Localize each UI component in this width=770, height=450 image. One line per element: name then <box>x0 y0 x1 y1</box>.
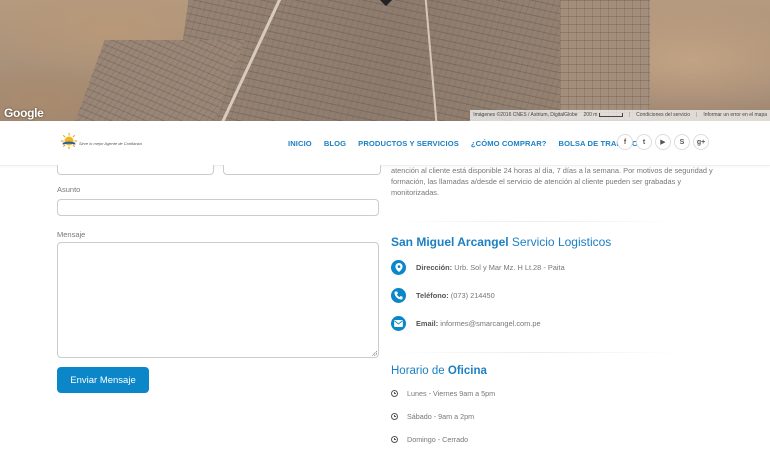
scale-bar-icon <box>598 112 623 117</box>
nav-link-blog[interactable]: BLOG <box>324 139 346 148</box>
social-links: f t ▶ S g+ <box>617 134 709 150</box>
map-urban-area-east <box>560 0 650 121</box>
clock-icon <box>391 390 398 397</box>
hours-item: Sábado - 9am a 2pm <box>391 412 474 421</box>
skype-icon[interactable]: S <box>674 134 690 150</box>
hours-title: Horario de Oficina <box>391 365 487 377</box>
hours-text: Lunes - Viernes 9am a 5pm <box>407 389 496 398</box>
nav-link-como-comprar[interactable]: ¿CÓMO COMPRAR? <box>471 139 547 148</box>
nav-menu: INICIO BLOG PRODUCTOS Y SERVICIOS ¿CÓMO … <box>288 121 650 165</box>
map-report-link[interactable]: Informar un error en el mapa <box>703 110 767 121</box>
google-logo: Google <box>4 106 44 120</box>
map-urban-area-west <box>75 40 245 121</box>
phone-item: Teléfono: (073) 214450 <box>391 287 495 303</box>
twitter-icon[interactable]: t <box>636 134 652 150</box>
clock-icon <box>391 436 398 443</box>
main-navbar: Sirve lo mejor Agente de Confianza INICI… <box>0 121 770 166</box>
asunto-label: Asunto <box>57 185 81 194</box>
facebook-icon[interactable]: f <box>617 134 633 150</box>
name-field[interactable] <box>57 165 214 175</box>
map-terms-link[interactable]: Condiciones del servicio <box>636 110 690 121</box>
address-item: Dirección: Urb. Sol y Mar Mz. H Lt.28 - … <box>391 259 565 275</box>
hours-text: Domingo - Cerrado <box>407 435 469 444</box>
nav-link-productos-servicios[interactable]: PRODUCTOS Y SERVICIOS <box>358 139 459 148</box>
youtube-icon[interactable]: ▶ <box>655 134 671 150</box>
nav-link-inicio[interactable]: INICIO <box>288 139 312 148</box>
company-title: San Miguel Arcangel Servicio Logisticos <box>391 235 612 249</box>
phone-icon <box>391 287 406 303</box>
email-item: Email: informes@smarcangel.com.pe <box>391 315 541 331</box>
hours-text: Sábado - 9am a 2pm <box>407 412 475 421</box>
google-plus-icon[interactable]: g+ <box>693 134 709 150</box>
logo-tagline: Sirve lo mejor Agente de Confianza <box>79 141 142 146</box>
mensaje-label: Mensaje <box>57 230 86 239</box>
hours-item: Lunes - Viernes 9am a 5pm <box>391 389 495 398</box>
envelope-icon <box>391 315 406 331</box>
site-logo[interactable]: Sirve lo mejor Agente de Confianza <box>58 132 142 156</box>
hours-item: Domingo - Cerrado <box>391 435 468 444</box>
separator: | <box>696 112 698 118</box>
email-field[interactable] <box>223 165 381 175</box>
resize-grip-icon[interactable] <box>372 351 377 356</box>
enviar-mensaje-button[interactable]: Enviar Mensaje <box>57 367 149 393</box>
customer-service-note: atención al cliente está disponible 24 h… <box>391 166 713 197</box>
phone-text: Teléfono: (073) 214450 <box>416 290 495 300</box>
map-pin-icon <box>391 259 406 275</box>
address-text: Dirección: Urb. Sol y Mar Mz. H Lt.28 - … <box>416 262 565 272</box>
email-text[interactable]: Email: informes@smarcangel.com.pe <box>416 319 541 328</box>
map-satellite-view[interactable]: Google Imágenes ©2016 CNES / Astrium, Di… <box>0 0 770 121</box>
map-attribution-bar: Imágenes ©2016 CNES / Astrium, DigitalGl… <box>470 110 770 121</box>
map-scale[interactable]: 200 m <box>584 110 623 121</box>
map-imagery-credit: Imágenes ©2016 CNES / Astrium, DigitalGl… <box>473 112 578 118</box>
mensaje-textarea[interactable] <box>57 242 379 358</box>
separator: | <box>628 112 631 118</box>
divider <box>391 221 681 222</box>
sun-logo-icon <box>60 132 78 150</box>
divider <box>391 352 681 353</box>
asunto-input[interactable] <box>57 199 379 216</box>
clock-icon <box>391 413 398 420</box>
